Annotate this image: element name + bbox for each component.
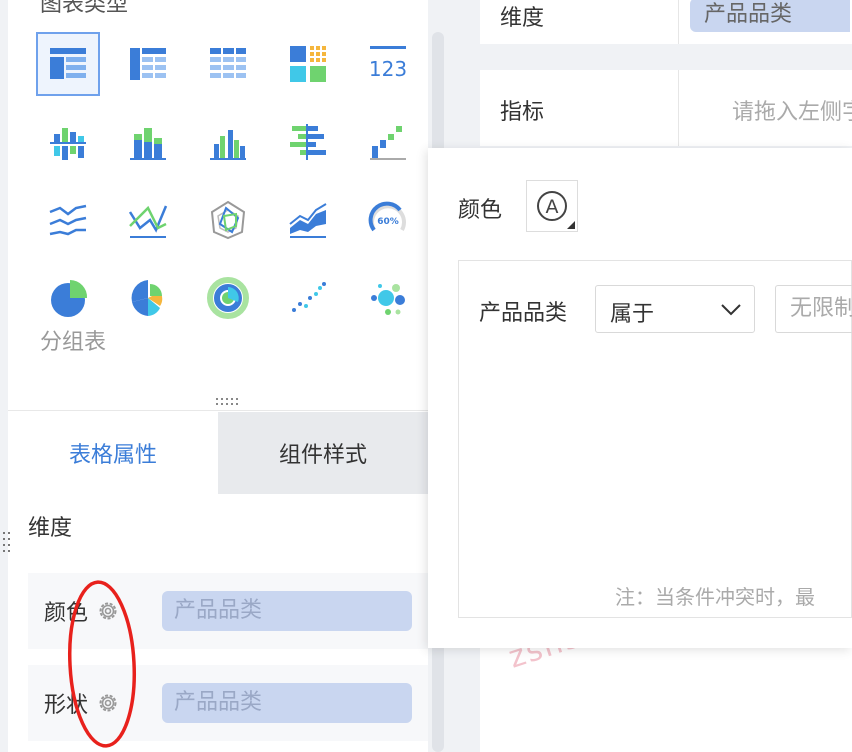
chart-option-cross-table[interactable] [116, 32, 180, 96]
chart-option-color-block[interactable] [276, 32, 340, 96]
dimension-field-pill[interactable]: 产品品类 [690, 0, 850, 32]
chart-option-grouped-column[interactable] [116, 110, 180, 174]
property-tabs: 表格属性 组件样式 [8, 412, 428, 494]
chart-option-radar[interactable] [196, 188, 260, 252]
tab-table-properties[interactable]: 表格属性 [8, 412, 218, 494]
chart-option-kpi[interactable]: 123 [356, 32, 420, 96]
color-settings-popup: 颜色 A 产品品类 属于 无限制 注：当条件冲突时，最 [428, 148, 852, 648]
side-grip-handle[interactable] [2, 530, 12, 558]
cross-table-icon [130, 48, 166, 80]
donut-icon [207, 277, 249, 319]
dimension-section-label: 维度 [28, 516, 73, 541]
operator-select[interactable]: 属于 [595, 285, 755, 333]
gauge-icon: 60% [368, 201, 406, 232]
kpi-text: 123 [369, 57, 407, 81]
chart-option-pie[interactable] [36, 266, 100, 330]
popup-color-label: 颜色 [458, 198, 503, 223]
line-combo-icon [128, 205, 168, 238]
condition-field-label: 产品品类 [479, 301, 568, 326]
chart-option-area[interactable] [276, 188, 340, 252]
auto-color-icon: A [537, 191, 567, 221]
chart-option-grouped-table[interactable] [36, 32, 100, 96]
detail-table-icon [210, 48, 246, 78]
stacked-column-icon [50, 128, 86, 160]
resize-handle[interactable] [214, 396, 240, 408]
section-title: 图表类型 [40, 0, 129, 17]
right-dimension-label: 维度 [500, 6, 545, 31]
tab-component-style[interactable]: 组件样式 [218, 412, 428, 494]
multi-column-icon [210, 130, 246, 160]
value-input[interactable]: 无限制 [775, 285, 852, 333]
waterfall-icon [370, 126, 406, 160]
right-metric-row: 指标 请拖入左侧字段 [480, 70, 852, 146]
scatter-icon [292, 282, 326, 312]
chart-option-scatter[interactable] [276, 266, 340, 330]
auto-color-button[interactable]: A [526, 180, 578, 232]
grouped-column-icon [130, 128, 166, 160]
chart-type-name: 分组表 [40, 330, 107, 355]
chart-option-detail-table[interactable] [196, 32, 260, 96]
chart-option-line-combo[interactable] [116, 188, 180, 252]
metric-drop-zone[interactable]: 请拖入左侧字段 [732, 94, 852, 126]
section-divider [8, 410, 428, 411]
left-panel: 图表类型 123 60% 分组表 表格属性 组件样式 维度 颜色 产品品类 形状… [0, 0, 448, 752]
bar-icon [290, 124, 326, 160]
chart-option-line[interactable] [36, 188, 100, 252]
condition-box: 产品品类 属于 无限制 注：当条件冲突时，最 [458, 260, 852, 618]
red-circle-annotation [68, 580, 136, 748]
chart-option-donut[interactable] [196, 266, 260, 330]
right-metric-label: 指标 [500, 100, 545, 125]
line-icon [49, 204, 87, 236]
pie-icon [51, 279, 88, 317]
condition-note: 注：当条件冲突时，最 [615, 585, 815, 609]
chart-option-waterfall[interactable] [356, 110, 420, 174]
grouped-table-icon [50, 48, 86, 79]
kpi-number-icon: 123 [369, 46, 407, 81]
rose-pie-icon [131, 280, 163, 316]
color-block-icon [290, 46, 326, 82]
color-field-pill[interactable]: 产品品类 [162, 591, 412, 631]
chart-option-bar[interactable] [276, 110, 340, 174]
right-dimension-row: 维度 产品品类 [480, 0, 852, 44]
chart-option-bubble[interactable] [356, 266, 420, 330]
chart-option-stacked-column[interactable] [36, 110, 100, 174]
area-icon [289, 203, 327, 238]
chart-option-multi-column[interactable] [196, 110, 260, 174]
chart-option-gauge[interactable]: 60% [356, 188, 420, 252]
row-separator [678, 70, 679, 146]
radar-icon [210, 200, 246, 240]
row-separator [678, 0, 679, 44]
gauge-text: 60% [377, 217, 399, 227]
bubble-icon [371, 284, 405, 315]
shape-field-pill[interactable]: 产品品类 [162, 683, 412, 723]
chart-option-rose-pie[interactable] [116, 266, 180, 330]
auto-color-glyph: A [546, 196, 559, 218]
chevron-down-icon [721, 304, 741, 316]
dropdown-corner-icon [567, 221, 575, 229]
operator-value: 属于 [610, 302, 655, 327]
